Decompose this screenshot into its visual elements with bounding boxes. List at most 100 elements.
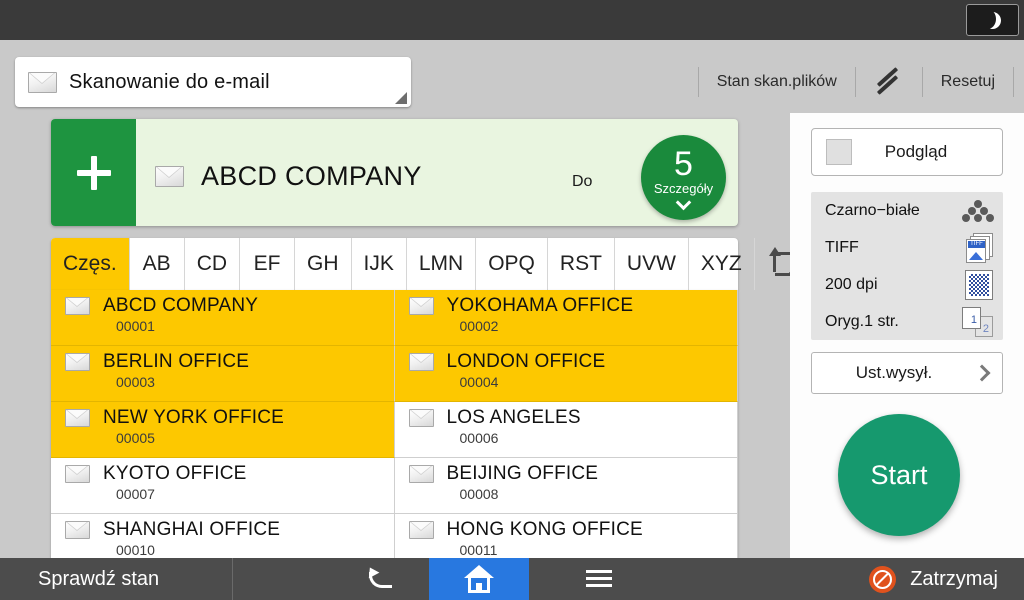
start-label: Start [870, 459, 928, 490]
grayscale-dots-icon [962, 199, 994, 223]
interrupt-button[interactable] [856, 67, 922, 97]
address-entry-header: KYOTO OFFICE [65, 458, 394, 485]
address-list[interactable]: ABCD COMPANY 00001 YOKOHAMA OFFICE 00002 BER… [51, 290, 738, 558]
table-row: ABCD COMPANY 00001 YOKOHAMA OFFICE 00002 [51, 290, 738, 346]
tab-rst[interactable]: RST [548, 238, 615, 290]
tab-lmn[interactable]: LMN [407, 238, 477, 290]
preview-label: Podgląd [884, 142, 948, 161]
tab-label: XYZ [700, 252, 742, 275]
scan-settings-summary: Czarno−białe TIFF TIFF 200 dpi Oryg.1 st… [811, 192, 1003, 340]
plus-icon [76, 155, 111, 190]
tiff-file-icon: TIFF [961, 232, 993, 263]
tab-label: OPQ [488, 252, 535, 275]
envelope-icon [408, 521, 434, 539]
envelope-icon [408, 353, 434, 371]
address-id: 00005 [116, 430, 155, 446]
setting-label: Czarno−białe [825, 201, 920, 219]
stop-button[interactable]: Zatrzymaj [808, 558, 1024, 600]
envelope-icon [65, 353, 90, 371]
tab-label: IJK [363, 252, 394, 275]
table-row: SHANGHAI OFFICE 00010 HONG KONG OFFICE 0001… [51, 514, 738, 558]
stop-label: Zatrzymaj [910, 567, 998, 590]
start-button[interactable]: Start [838, 414, 960, 536]
setting-original-sides[interactable]: Oryg.1 str. 21 [811, 303, 1003, 340]
address-name: YOKOHAMA OFFICE [446, 295, 634, 316]
tab-xyz[interactable]: XYZ [689, 238, 755, 290]
tab-ef[interactable]: EF [240, 238, 296, 290]
tab-cd[interactable]: CD [185, 238, 241, 290]
address-entry-header: BERLIN OFFICE [65, 346, 394, 373]
double-slash-icon [874, 67, 904, 95]
back-arrow-icon [365, 566, 393, 592]
header-actions: Stan skan.plików Resetuj [697, 60, 1014, 104]
address-entry[interactable]: LOS ANGELES 00006 [394, 402, 738, 458]
tab-czs[interactable]: Częs. [51, 238, 130, 290]
address-name: HONG KONG OFFICE [446, 519, 643, 540]
address-entry[interactable]: YOKOHAMA OFFICE 00002 [394, 290, 738, 346]
function-label: Skanowanie do e-mail [69, 70, 270, 93]
address-name: NEW YORK OFFICE [103, 407, 285, 428]
tab-ab[interactable]: AB [130, 238, 185, 290]
reset-button[interactable]: Resetuj [923, 67, 1013, 97]
function-selector[interactable]: Skanowanie do e-mail [15, 57, 411, 107]
address-id: 00011 [459, 542, 498, 558]
destination-primary-row[interactable]: ABCD COMPANY [155, 161, 422, 192]
tab-opq[interactable]: OPQ [476, 238, 548, 290]
top-status-bar [0, 0, 1024, 40]
dropdown-corner-icon [395, 92, 407, 104]
address-entry[interactable]: KYOTO OFFICE 00007 [51, 458, 395, 514]
preview-checkbox-icon [826, 139, 852, 165]
resolution-icon [965, 269, 993, 300]
address-entry[interactable]: LONDON OFFICE 00004 [394, 346, 738, 402]
bottom-nav-icons [233, 558, 808, 600]
stop-icon [869, 565, 897, 593]
envelope-icon [65, 297, 90, 315]
menu-icon [586, 570, 612, 588]
address-entry[interactable]: ABCD COMPANY 00001 [51, 290, 395, 346]
back-button[interactable] [329, 558, 429, 600]
address-id: 00006 [459, 430, 499, 446]
menu-button[interactable] [549, 558, 649, 600]
address-id: 00003 [116, 374, 155, 390]
setting-resolution[interactable]: 200 dpi [811, 266, 1003, 303]
one-sided-original-icon: 21 [961, 306, 993, 337]
tab-ijk[interactable]: IJK [352, 238, 407, 290]
tab-label: CD [196, 252, 228, 275]
setting-file-format[interactable]: TIFF TIFF [811, 229, 1003, 266]
address-name: BERLIN OFFICE [103, 351, 250, 372]
tab-uvw[interactable]: UVW [615, 238, 689, 290]
home-button[interactable] [429, 558, 529, 600]
address-name: KYOTO OFFICE [103, 463, 247, 484]
tab-label: Częs. [63, 252, 117, 275]
destination-name: YOKOHAMA OFFI [201, 223, 428, 226]
address-entry-header: SHANGHAI OFFICE [65, 514, 394, 541]
check-status-button[interactable]: Sprawdź stan [0, 558, 233, 600]
destination-details-badge[interactable]: 5 Szczegóły [641, 135, 726, 220]
address-entry-header: LOS ANGELES [408, 402, 738, 429]
setting-label: Oryg.1 str. [825, 312, 899, 330]
send-settings-button[interactable]: Ust.wysył. [811, 352, 1003, 394]
address-entry[interactable]: HONG KONG OFFICE 00011 [394, 514, 738, 558]
address-id: 00004 [459, 374, 499, 390]
preview-button[interactable]: Podgląd [811, 128, 1003, 176]
address-id: 00007 [116, 486, 155, 502]
file-status-button[interactable]: Stan skan.plików [699, 67, 855, 97]
tab-gh[interactable]: GH [295, 238, 352, 290]
address-name: BEIJING OFFICE [446, 463, 599, 484]
destination-to-label: Do [572, 173, 593, 190]
setting-color-mode[interactable]: Czarno−białe [811, 192, 1003, 229]
address-entry-header: NEW YORK OFFICE [65, 402, 394, 429]
address-entry[interactable]: NEW YORK OFFICE 00005 [51, 402, 395, 458]
moon-icon [979, 8, 1001, 29]
envelope-icon [28, 71, 57, 93]
add-destination-button[interactable] [51, 119, 136, 226]
address-entry[interactable]: BEIJING OFFICE 00008 [394, 458, 738, 514]
address-entry[interactable]: SHANGHAI OFFICE 00010 [51, 514, 395, 558]
destination-secondary-row[interactable]: YOKOHAMA OFFI [155, 223, 428, 226]
envelope-icon [408, 465, 434, 483]
sleep-mode-button[interactable] [966, 4, 1019, 36]
bottom-navigation-bar: Sprawdź stan Zatrzymaj [0, 558, 1024, 600]
address-entry[interactable]: BERLIN OFFICE 00003 [51, 346, 395, 402]
envelope-icon [408, 409, 434, 427]
setting-label: TIFF [825, 238, 859, 256]
